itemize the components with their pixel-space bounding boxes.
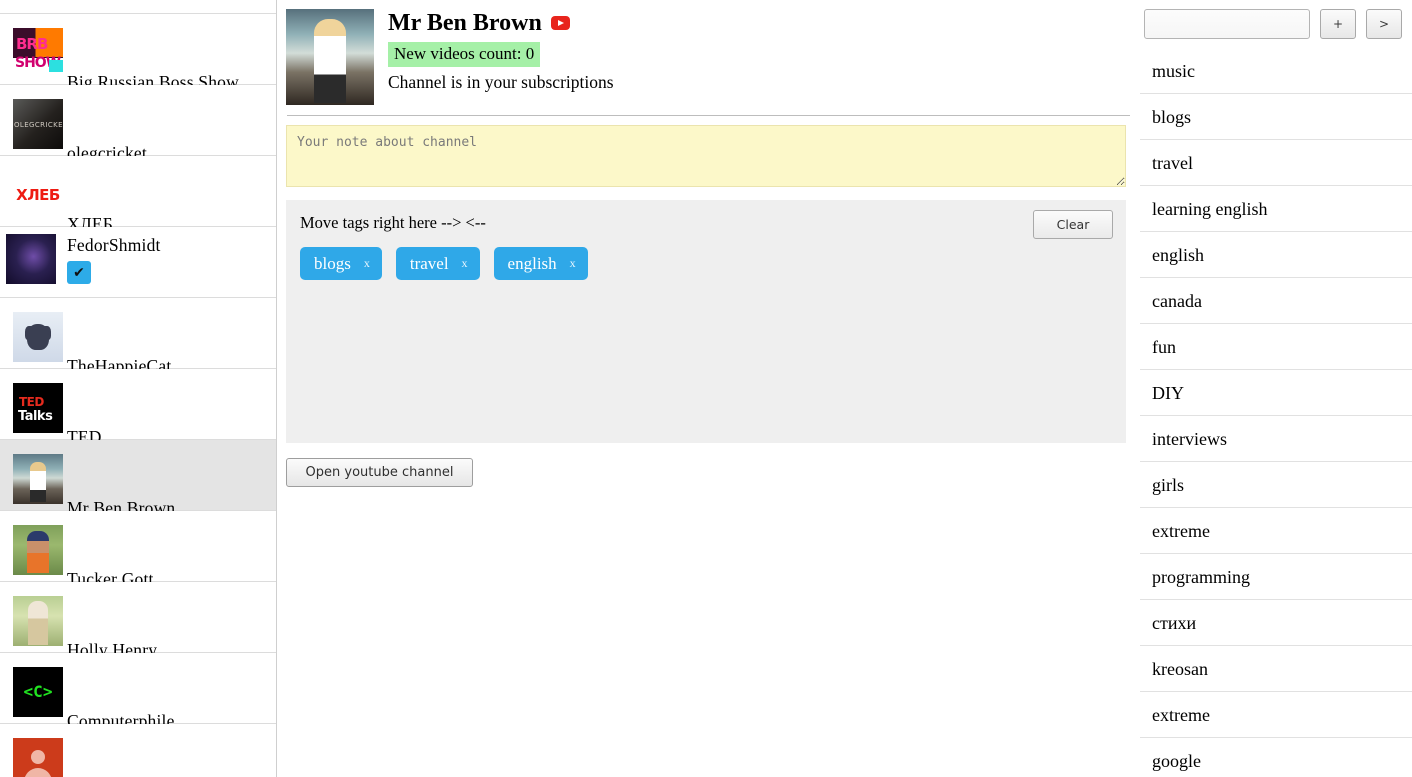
assigned-tag-pill[interactable]: travel x [395,247,480,280]
channel-thumbnail [13,667,63,717]
available-tag-item[interactable]: english [1140,232,1412,278]
available-tag-item[interactable]: extreme [1140,508,1412,554]
subscription-row[interactable]: Mr Ben Brown [0,440,276,547]
tag-drop-zone[interactable]: Move tags right here --> <-- Clear blogs… [286,200,1126,443]
subscription-status-text: Channel is in your subscriptions [388,72,614,92]
channel-detail-panel: Mr Ben Brown New videos count: 0 Channel… [277,0,1140,777]
available-tag-item[interactable]: fun [1140,324,1412,370]
available-tag-item[interactable]: blogs [1140,94,1412,140]
assigned-tag-label: blogs [314,253,351,273]
available-tag-item[interactable]: interviews [1140,416,1412,462]
assigned-tag-pill[interactable]: english x [493,247,588,280]
channel-thumbnail [13,170,63,220]
subscription-row[interactable]: TEDTalksTED6 [0,369,276,476]
channel-thumbnail [6,234,56,284]
next-tag-button[interactable]: > [1366,9,1402,39]
remove-tag-icon[interactable]: x [462,256,468,271]
channel-thumbnail [13,596,63,646]
subscription-row[interactable] [0,0,276,14]
assigned-tag-pill[interactable]: blogs x [300,247,382,280]
channel-thumbnail [13,454,63,504]
channel-thumbnail: TED Talks [13,383,63,433]
remove-tag-icon[interactable]: x [570,256,576,271]
subscription-row[interactable]: Tucker Gott3 [0,511,276,618]
assigned-tags-list: blogs x travel x english x [300,247,1112,280]
available-tag-item[interactable]: google [1140,738,1412,777]
available-tag-item[interactable]: canada [1140,278,1412,324]
youtube-icon[interactable] [550,16,570,30]
subscription-row[interactable]: Holly Henry [0,582,276,689]
add-tag-button[interactable]: + [1320,9,1356,39]
subscription-title: FedorShmidt [67,235,161,255]
available-tag-item[interactable]: music [1140,48,1412,94]
subscription-row[interactable]: ХЛЕБ [0,156,276,263]
channel-thumbnail [13,738,63,777]
available-tag-item[interactable]: travel [1140,140,1412,186]
header-divider [287,115,1130,116]
available-tag-item[interactable]: programming [1140,554,1412,600]
channel-thumbnail: BRB SHOW [13,28,63,78]
subscription-row[interactable]: TheHappieCat [0,298,276,405]
remove-tag-icon[interactable]: x [364,256,370,271]
app-root: BRBSHOWBig Russian Boss ShowolegcricketХ… [0,0,1412,777]
channel-thumbnail [13,99,63,149]
channel-avatar [286,9,374,105]
tag-controls: + > [1140,0,1412,39]
subscriptions-list: BRBSHOWBig Russian Boss ShowolegcricketХ… [0,0,276,777]
available-tags-list: music blogs travel learning english english c… [1140,48,1412,777]
subscriptions-sidebar[interactable]: BRBSHOWBig Russian Boss ShowolegcricketХ… [0,0,277,777]
subscription-row[interactable]: BRB SHOW Big Russian Boss Show [0,14,276,121]
available-tag-item[interactable]: DIY [1140,370,1412,416]
channel-note-textarea[interactable] [286,125,1126,187]
available-tag-item[interactable]: kreosan [1140,646,1412,692]
new-videos-count-badge: New videos count: 0 [388,42,541,67]
available-tag-item[interactable]: learning english [1140,186,1412,232]
subscription-row-body: FedorShmidt [67,234,276,284]
subscription-row[interactable]: FedorShmidt [0,227,276,298]
assigned-tag-label: english [507,253,557,273]
channel-title: Mr Ben Brown [388,10,542,36]
channel-thumbnail [13,312,63,362]
new-tag-input[interactable] [1144,9,1310,39]
available-tag-item[interactable]: стихи [1140,600,1412,646]
open-youtube-channel-button[interactable]: Open youtube channel [286,458,473,487]
subscription-row[interactable]: Computerphile2 [0,653,276,760]
channel-title-row: Mr Ben Brown [388,10,614,36]
channel-thumbnail [13,525,63,575]
channel-info: Mr Ben Brown New videos count: 0 Channel… [388,9,614,93]
subscription-row[interactable]: olegcricket [0,85,276,192]
subscription-checkbox[interactable] [67,261,91,284]
assigned-tag-label: travel [409,253,449,273]
available-tag-item[interactable]: extreme [1140,692,1412,738]
clear-tags-button[interactable]: Clear [1033,210,1113,239]
subscription-row[interactable]: Павел Павлов [0,724,276,777]
available-tag-item[interactable]: girls [1140,462,1412,508]
tags-sidebar[interactable]: + > music blogs travel learning english engl… [1140,0,1412,777]
drop-zone-hint: Move tags right here --> <-- [300,213,486,232]
subscription-row-meta [67,261,276,284]
channel-header: Mr Ben Brown New videos count: 0 Channel… [286,9,1131,113]
